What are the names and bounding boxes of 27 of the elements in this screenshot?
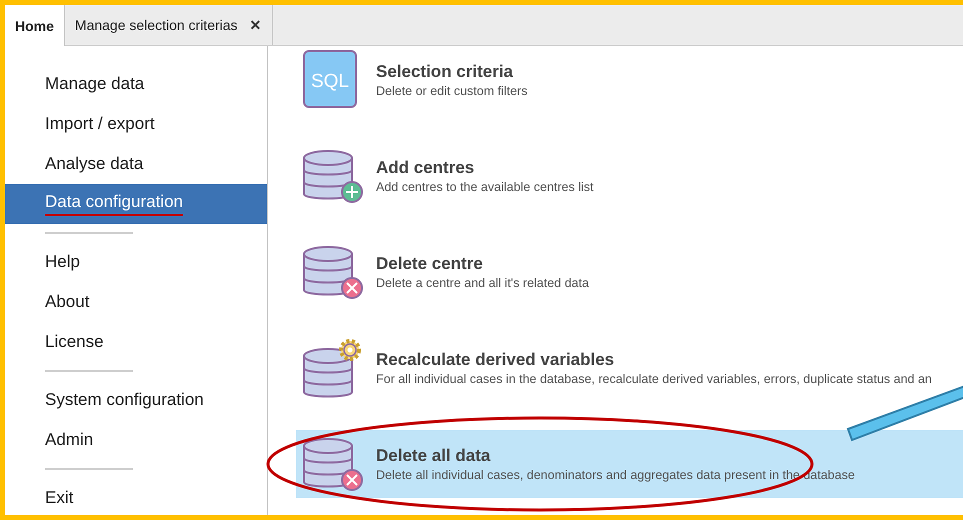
action-title: Selection criteria: [376, 62, 514, 82]
action-description: Delete a centre and all it's related data: [376, 276, 589, 290]
sidebar-item[interactable]: About: [5, 282, 267, 322]
action-title: Delete centre: [376, 254, 484, 274]
tab[interactable]: Home: [5, 5, 65, 46]
sql-icon: SQL: [303, 50, 357, 108]
action-item[interactable]: SQL Selection criteria Delete or edit custom filters: [296, 46, 963, 114]
action-title: Delete all data: [376, 446, 492, 466]
database-gear-icon: [300, 336, 364, 398]
close-icon[interactable]: ✕: [250, 17, 262, 33]
sidebar-item[interactable]: System configuration: [5, 380, 267, 420]
sidebar-item[interactable]: Exit: [5, 478, 267, 515]
sidebar-item[interactable]: License: [5, 322, 267, 362]
sidebar-item[interactable]: Help: [5, 242, 267, 282]
sidebar-item[interactable]: Admin: [5, 420, 267, 460]
sidebar-item[interactable]: Manage data: [5, 64, 267, 104]
sidebar-item[interactable]: Data configuration: [5, 184, 267, 224]
action-item[interactable]: Recalculate derived variables For all individual cases in the database, recalculate derived variables, errors, duplicate status and an: [296, 334, 963, 402]
sidebar-item[interactable]: Import / export: [5, 104, 267, 144]
action-description: For all individual cases in the database, recalculate derived variables, errors, duplicate status and an: [376, 372, 932, 386]
action-title: Add centres: [376, 158, 476, 178]
sidebar-item[interactable]: Analyse data: [5, 144, 267, 184]
action-description: Delete or edit custom filters: [376, 84, 528, 98]
action-item[interactable]: Add centres Add centres to the available centres list: [296, 142, 963, 210]
action-title: Recalculate derived variables: [376, 350, 616, 370]
action-item[interactable]: Delete centre Delete a centre and all it's related data: [296, 238, 963, 306]
action-description: Add centres to the available centres list: [376, 180, 594, 194]
